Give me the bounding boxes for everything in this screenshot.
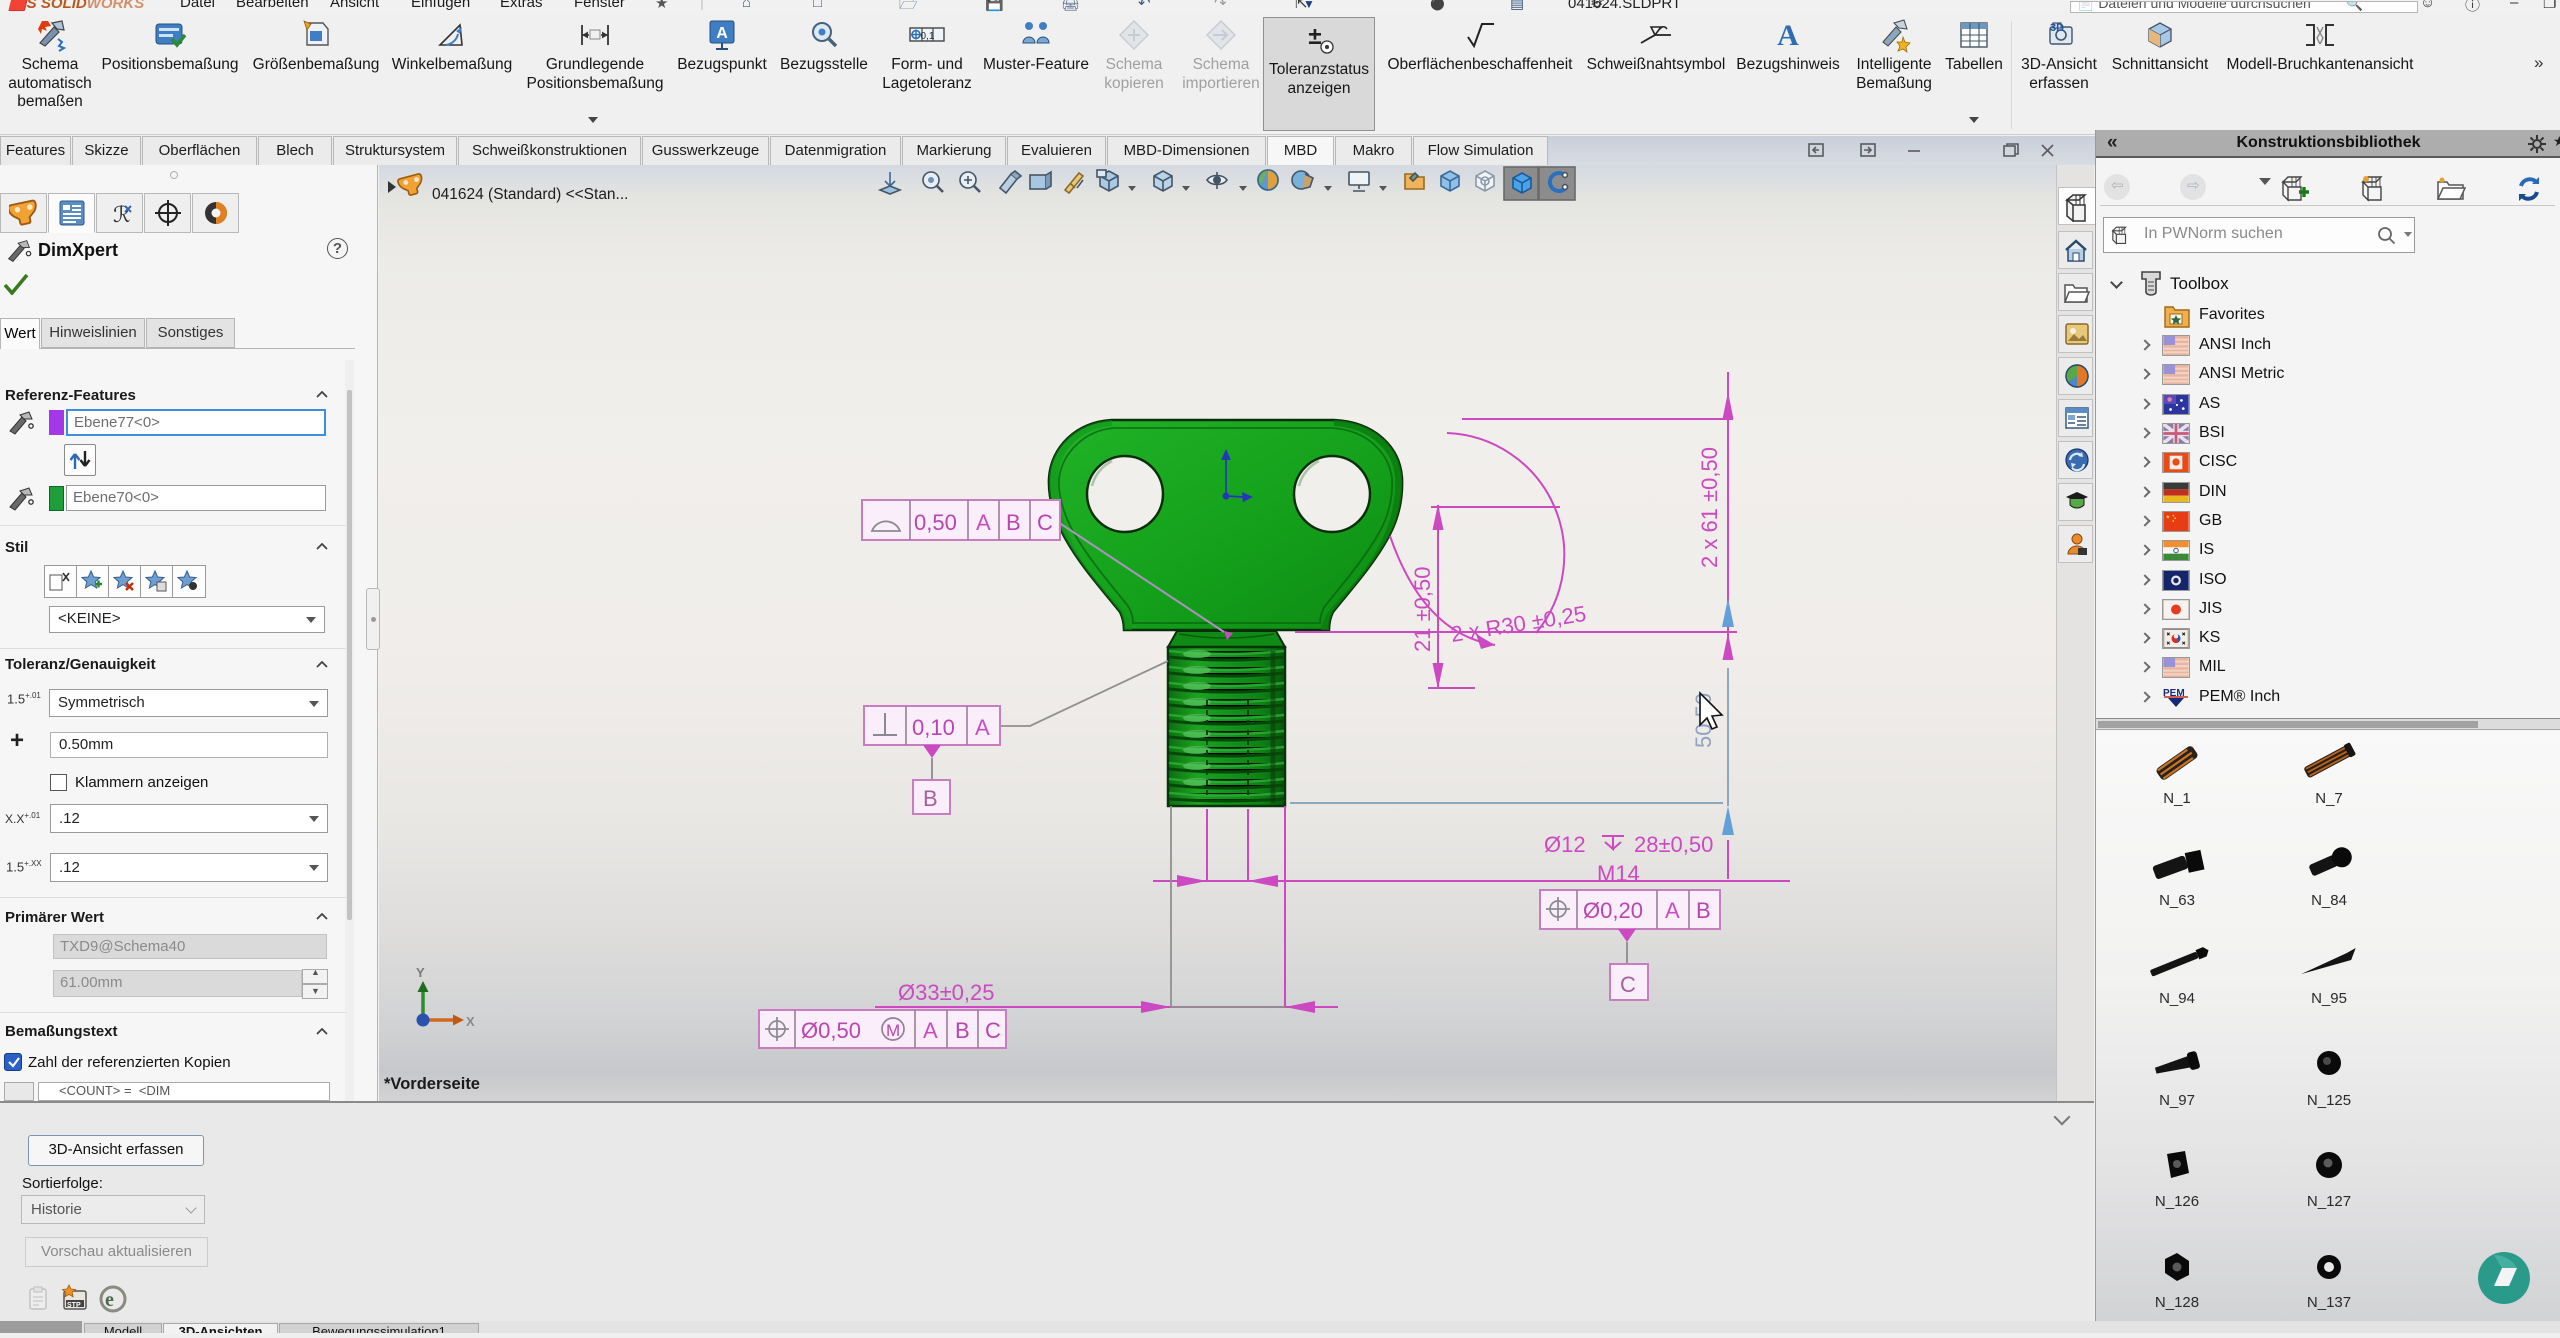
- svg-text:C: C: [985, 1018, 1001, 1043]
- svg-text:B: B: [955, 1018, 970, 1043]
- svg-text:N_63: N_63: [2159, 892, 2195, 909]
- svg-text:N_7: N_7: [2315, 790, 2343, 807]
- svg-text:A: A: [975, 715, 990, 740]
- svg-text:0,1: 0,1: [921, 31, 935, 42]
- svg-text:A: A: [716, 25, 728, 42]
- svg-text:N_84: N_84: [2311, 892, 2347, 909]
- svg-text:0,50: 0,50: [914, 510, 957, 535]
- svg-text:A: A: [976, 510, 991, 535]
- svg-text:2 x 61 ±0,50: 2 x 61 ±0,50: [1697, 447, 1722, 568]
- svg-text:21 ±0,50: 21 ±0,50: [1410, 567, 1435, 652]
- svg-text:A: A: [1777, 19, 1799, 52]
- svg-text:N_95: N_95: [2311, 990, 2347, 1007]
- svg-text:M14: M14: [1597, 861, 1640, 886]
- svg-text:M: M: [886, 1021, 900, 1040]
- svg-text:Ø0,20: Ø0,20: [1583, 898, 1643, 923]
- svg-text:N_137: N_137: [2307, 1294, 2351, 1311]
- svg-text:N_125: N_125: [2307, 1092, 2351, 1109]
- svg-text:C: C: [1620, 972, 1636, 997]
- svg-text:±: ±: [1308, 23, 1321, 50]
- svg-text:Ø0,50: Ø0,50: [801, 1018, 861, 1043]
- svg-text:041624 (Standard) <<Stan...: 041624 (Standard) <<Stan...: [432, 186, 628, 203]
- svg-text:ℛ: ℛ: [113, 202, 131, 227]
- svg-text:A: A: [923, 1018, 938, 1043]
- svg-text:e: e: [105, 1289, 114, 1311]
- svg-text:0,10: 0,10: [912, 715, 955, 740]
- svg-text:X: X: [466, 1014, 475, 1029]
- svg-text:*Vorderseite: *Vorderseite: [384, 1075, 480, 1093]
- svg-text:Y: Y: [416, 965, 425, 980]
- svg-text:N_126: N_126: [2155, 1193, 2199, 1210]
- svg-text:28±0,50: 28±0,50: [1634, 832, 1713, 857]
- svg-text:N_128: N_128: [2155, 1294, 2199, 1311]
- svg-text:B: B: [1006, 510, 1021, 535]
- svg-text:C: C: [1037, 510, 1053, 535]
- svg-text:B: B: [923, 786, 938, 811]
- svg-text:3D: 3D: [2050, 22, 2064, 34]
- svg-text:N_94: N_94: [2159, 990, 2195, 1007]
- svg-text:2 x R30 ±0,25: 2 x R30 ±0,25: [1449, 601, 1588, 647]
- svg-text:N_1: N_1: [2163, 790, 2191, 807]
- svg-text:A: A: [1665, 898, 1680, 923]
- svg-text:STP: STP: [67, 1302, 81, 1309]
- svg-text:Ø12: Ø12: [1544, 832, 1586, 857]
- svg-text:N_127: N_127: [2307, 1193, 2351, 1210]
- svg-text:Ø33±0,25: Ø33±0,25: [898, 980, 994, 1005]
- svg-text:N_97: N_97: [2159, 1092, 2195, 1109]
- svg-text:B: B: [1696, 898, 1711, 923]
